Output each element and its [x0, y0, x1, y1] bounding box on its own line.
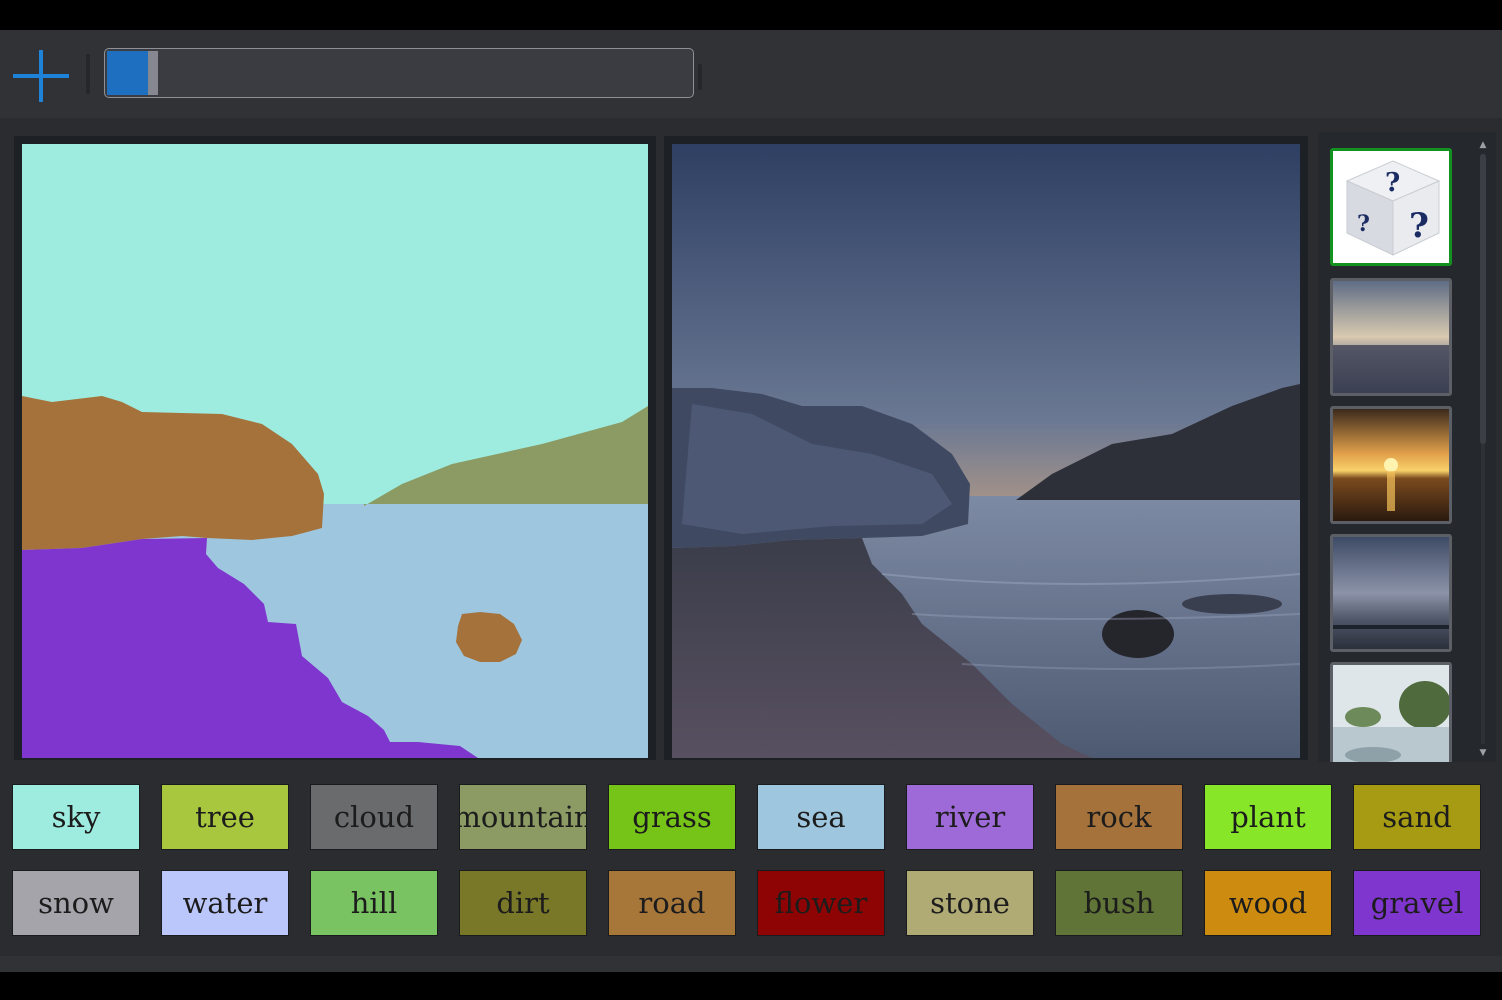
label-swatch-mountain[interactable]: mountain — [459, 784, 587, 850]
gallery-scrollbar[interactable]: ▲ ▼ — [1478, 140, 1488, 758]
label-palette: sky tree cloud mountain grass sea river rock pla… — [0, 776, 1502, 956]
label-swatch-water[interactable]: water — [161, 870, 289, 936]
style-gallery: ? ? ? ▲ ▼ — [1318, 132, 1496, 762]
scroll-thumb[interactable] — [1480, 154, 1486, 444]
svg-text:?: ? — [1409, 206, 1429, 246]
add-button[interactable] — [8, 44, 74, 108]
status-bar — [0, 956, 1502, 972]
random-style-dice-thumbnail[interactable]: ? ? ? — [1330, 148, 1452, 266]
label-swatch-sky[interactable]: sky — [12, 784, 140, 850]
svg-text:?: ? — [1357, 211, 1370, 237]
toolbar-separator — [698, 64, 702, 90]
style-image — [1333, 409, 1449, 521]
scroll-down-arrow-icon[interactable]: ▼ — [1478, 748, 1488, 758]
ocean-sunset-thumbnail[interactable] — [1330, 406, 1452, 524]
dice-icon: ? ? ? — [1333, 151, 1449, 263]
label-swatch-grass[interactable]: grass — [608, 784, 736, 850]
output-pane — [664, 136, 1308, 760]
label-swatch-wood[interactable]: wood — [1204, 870, 1332, 936]
label-swatch-stone[interactable]: stone — [906, 870, 1034, 936]
label-swatch-plant[interactable]: plant — [1204, 784, 1332, 850]
label-swatch-tree[interactable]: tree — [161, 784, 289, 850]
svg-text:?: ? — [1385, 168, 1400, 198]
app-window: ? ? ? ▲ ▼ sky tree cloud mountain grass … — [0, 30, 1502, 972]
label-swatch-dirt[interactable]: dirt — [459, 870, 587, 936]
brush-size-slider[interactable] — [104, 48, 694, 98]
dusky-sea-clouds-thumbnail[interactable] — [1330, 534, 1452, 652]
slider-fill — [107, 51, 148, 95]
label-swatch-bush[interactable]: bush — [1055, 870, 1183, 936]
style-image — [1333, 665, 1449, 762]
plus-icon — [13, 50, 69, 102]
label-swatch-snow[interactable]: snow — [12, 870, 140, 936]
label-swatch-cloud[interactable]: cloud — [310, 784, 438, 850]
generated-landscape-image — [672, 144, 1300, 758]
painted-lake-trees-thumbnail[interactable] — [1330, 662, 1452, 762]
label-swatch-hill[interactable]: hill — [310, 870, 438, 936]
label-swatch-sand[interactable]: sand — [1353, 784, 1481, 850]
style-image — [1333, 281, 1449, 393]
style-image — [1333, 537, 1449, 649]
label-swatch-road[interactable]: road — [608, 870, 736, 936]
cloudy-city-sunset-thumbnail[interactable] — [1330, 278, 1452, 396]
toolbar-separator — [86, 54, 90, 94]
scroll-up-arrow-icon[interactable]: ▲ — [1478, 140, 1488, 150]
label-swatch-sea[interactable]: sea — [757, 784, 885, 850]
toolbar — [0, 30, 1502, 118]
slider-handle[interactable] — [148, 51, 158, 95]
segmentation-canvas[interactable] — [22, 144, 648, 758]
label-swatch-flower[interactable]: flower — [757, 870, 885, 936]
label-swatch-gravel[interactable]: gravel — [1353, 870, 1481, 936]
segmentation-pane — [14, 136, 656, 760]
label-swatch-rock[interactable]: rock — [1055, 784, 1183, 850]
label-swatch-river[interactable]: river — [906, 784, 1034, 850]
